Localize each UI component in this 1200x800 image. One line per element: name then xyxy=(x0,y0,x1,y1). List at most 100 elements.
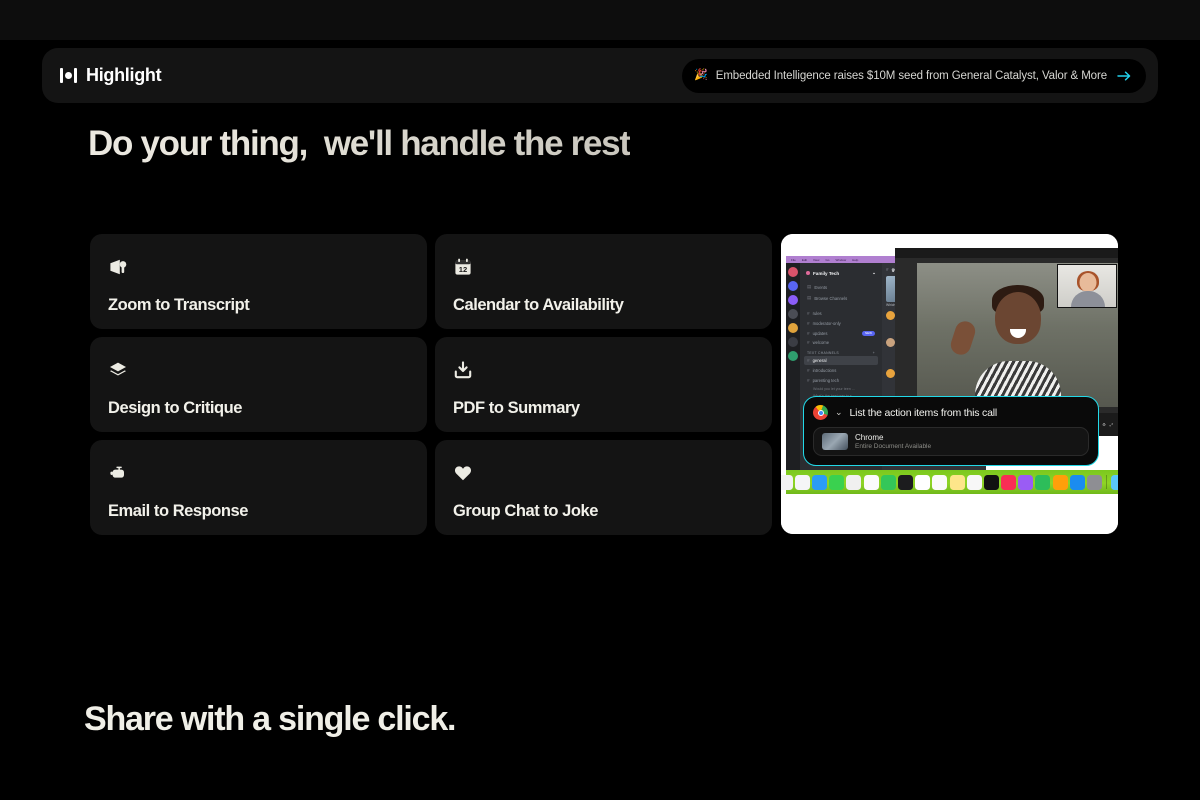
announcement-pill[interactable]: 🎉 Embedded Intelligence raises $10M seed… xyxy=(682,59,1146,93)
video-call-titlebar xyxy=(895,248,1118,258)
discord-server-name[interactable]: Family Tech ⌄ xyxy=(804,268,878,282)
top-strip xyxy=(0,0,1200,40)
context-subtitle: Entire Document Available xyxy=(855,443,931,450)
command-bar-context-chip[interactable]: Chrome Entire Document Available xyxy=(813,427,1089,456)
feature-card-label: Design to Critique xyxy=(108,399,409,418)
hash-icon: # xyxy=(807,368,810,373)
footer-headline: Share with a single click. xyxy=(84,700,455,739)
feature-card-pdf-to-summary[interactable]: PDF to Summary xyxy=(435,337,772,432)
calendar-icon: 12 xyxy=(453,256,754,278)
reminders-icon[interactable] xyxy=(932,475,947,490)
calendar-icon: ▤ xyxy=(807,284,811,290)
video-call-stage xyxy=(895,258,1118,413)
facetime-icon[interactable] xyxy=(881,475,896,490)
svg-text:12: 12 xyxy=(459,265,467,274)
landing-page: Highlight 🎉 Embedded Intelligence raises… xyxy=(0,0,1200,800)
hash-icon: # xyxy=(807,340,810,345)
app-store-icon[interactable] xyxy=(1070,475,1085,490)
safari-icon[interactable] xyxy=(795,475,810,490)
mail-icon[interactable] xyxy=(812,475,827,490)
highlight-logo-icon xyxy=(60,68,77,84)
chrome-icon xyxy=(813,405,828,420)
discord-channel-general[interactable]: # general xyxy=(804,356,878,366)
megaphone-icon: # xyxy=(807,331,810,336)
calendar-icon[interactable] xyxy=(915,475,930,490)
brand-name: Highlight xyxy=(86,65,161,86)
arrow-right-icon xyxy=(1117,70,1132,82)
discord-channel-rules[interactable]: # rules xyxy=(804,309,878,319)
feature-card-zoom-to-transcript[interactable]: Zoom to Transcript xyxy=(90,234,427,329)
site-header: Highlight 🎉 Embedded Intelligence raises… xyxy=(42,48,1158,103)
feature-card-grid: Zoom to Transcript 12 Calendar to Availa… xyxy=(90,234,772,535)
macos-dock xyxy=(786,470,1118,494)
discord-nav-events[interactable]: ▤ Events xyxy=(804,282,878,293)
command-bar-prompt: List the action items from this call xyxy=(850,407,997,419)
dock-divider xyxy=(1106,475,1107,489)
discord-channel-introductions[interactable]: # introductions xyxy=(804,365,878,375)
feature-card-label: Calendar to Availability xyxy=(453,296,754,315)
numbers-icon[interactable] xyxy=(1035,475,1050,490)
discord-channel-updates[interactable]: # updates NEW xyxy=(804,328,878,338)
feature-card-label: Email to Response xyxy=(108,502,409,521)
launchpad-icon[interactable] xyxy=(781,475,793,490)
video-call-self-view xyxy=(1057,264,1117,308)
freeform-icon[interactable] xyxy=(967,475,982,490)
messages-icon[interactable] xyxy=(829,475,844,490)
feature-card-calendar-to-availability[interactable]: 12 Calendar to Availability xyxy=(435,234,772,329)
command-bar-input-row[interactable]: ⌄ List the action items from this call xyxy=(813,405,1089,420)
hash-icon: # xyxy=(807,311,810,316)
avatar xyxy=(886,311,895,320)
settings-icon[interactable]: ⚙ xyxy=(1102,422,1106,427)
product-preview-screenshot: FileEdit ViewGo WindowHelp xyxy=(781,234,1118,534)
screenshot-icon[interactable] xyxy=(1111,475,1118,490)
chevron-down-icon[interactable]: ⌄ xyxy=(835,407,843,418)
context-thumbnail xyxy=(822,433,848,450)
discord-channel-parenting-tech[interactable]: # parenting tech xyxy=(804,375,878,385)
discord-nav-browse[interactable]: ▤ Browse Channels xyxy=(804,293,878,304)
layers-icon xyxy=(108,359,409,381)
discord-server-rail xyxy=(786,263,800,474)
discord-category[interactable]: TEXT CHANNELS + xyxy=(804,348,878,356)
notes-icon[interactable] xyxy=(950,475,965,490)
music-icon[interactable] xyxy=(1001,475,1016,490)
pages-icon[interactable] xyxy=(1053,475,1068,490)
watch-icon[interactable] xyxy=(898,475,913,490)
brand[interactable]: Highlight xyxy=(60,65,161,86)
feature-card-design-to-critique[interactable]: Design to Critique xyxy=(90,337,427,432)
context-title: Chrome xyxy=(855,433,931,442)
discord-channel-welcome[interactable]: # welcome xyxy=(804,338,878,348)
hash-icon: # xyxy=(886,267,889,272)
inbox-download-icon xyxy=(453,359,754,381)
heart-icon xyxy=(453,462,754,484)
hash-icon: # xyxy=(807,358,810,363)
feature-card-label: Zoom to Transcript xyxy=(108,296,409,315)
avatar xyxy=(886,338,895,347)
envelope-icon xyxy=(108,462,409,484)
avatar xyxy=(886,369,895,378)
hash-icon: # xyxy=(807,321,810,326)
preview-bottom-margin xyxy=(781,494,1118,534)
fullscreen-icon[interactable]: ⤢ xyxy=(1110,422,1113,427)
add-channel-icon[interactable]: + xyxy=(873,351,875,355)
megaphone-icon xyxy=(108,256,409,278)
feature-card-label: Group Chat to Joke xyxy=(453,502,754,521)
preview-top-margin xyxy=(781,234,1118,248)
discord-channel-moderator-only[interactable]: # moderator-only xyxy=(804,318,878,328)
podcasts-icon[interactable] xyxy=(1018,475,1033,490)
settings-icon[interactable] xyxy=(1087,475,1102,490)
announcement-text: Embedded Intelligence raises $10M seed f… xyxy=(716,70,1107,82)
thread-icon: # xyxy=(807,378,810,383)
highlight-command-bar[interactable]: ⌄ List the action items from this call C… xyxy=(803,396,1099,466)
feature-card-label: PDF to Summary xyxy=(453,399,754,418)
apple-tv-icon[interactable] xyxy=(984,475,999,490)
dock-icons xyxy=(781,475,1118,490)
compass-icon: ▤ xyxy=(807,295,811,301)
chevron-down-icon: ⌄ xyxy=(872,270,876,276)
photos-icon[interactable] xyxy=(864,475,879,490)
party-popper-icon: 🎉 xyxy=(694,70,708,81)
maps-icon[interactable] xyxy=(846,475,861,490)
feature-card-email-to-response[interactable]: Email to Response xyxy=(90,440,427,535)
new-badge: NEW xyxy=(862,331,875,336)
discord-thread[interactable]: Would you let your teen ... xyxy=(804,385,878,392)
feature-card-group-chat-to-joke[interactable]: Group Chat to Joke xyxy=(435,440,772,535)
